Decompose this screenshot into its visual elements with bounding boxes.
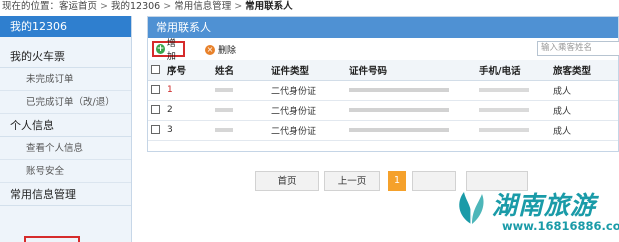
passenger-search-input[interactable]: 输入乘客姓名 — [537, 41, 619, 56]
row-name — [212, 120, 268, 141]
table-row[interactable]: 3 二代身份证 成人 — [148, 120, 618, 141]
breadcrumb-separator: > — [163, 1, 172, 12]
select-all-cell — [148, 60, 164, 81]
breadcrumb-separator: > — [100, 1, 108, 12]
redacted-phone — [479, 107, 529, 112]
toolbar: + 增加 × 删除 输入乘客姓名 — [148, 38, 619, 62]
sidebar-section-info-management[interactable]: 常用信息管理 — [0, 183, 131, 206]
col-phone: 手机/电话 — [476, 60, 550, 81]
breadcrumb-info-management[interactable]: 常用信息管理 — [174, 1, 231, 12]
watermark-url: www.16816886.com — [502, 219, 619, 233]
col-id-type: 证件类型 — [268, 60, 346, 81]
row-index: 1 — [164, 80, 212, 101]
row-checkbox-cell — [148, 100, 164, 121]
breadcrumb-my12306[interactable]: 我的12306 — [111, 1, 160, 12]
table-header-row: 序号 姓名 证件类型 证件号码 手机/电话 旅客类型 — [148, 60, 618, 81]
highlight-box — [24, 236, 80, 242]
sidebar-section-tickets[interactable]: 我的火车票 — [0, 45, 131, 68]
sidebar-item-account-security[interactable]: 账号安全 — [0, 160, 131, 183]
first-page-button[interactable]: 首页 — [255, 171, 319, 191]
contacts-panel: 常用联系人 + 增加 × 删除 输入乘客姓名 序号 姓名 证件类型 证件号码 手… — [147, 16, 619, 152]
watermark-title: 湖南旅游 — [492, 191, 597, 220]
row-id-number — [346, 80, 476, 101]
breadcrumb: 现在的位置：客运首页 > 我的12306 > 常用信息管理 > 常用联系人 — [0, 0, 619, 14]
row-index: 3 — [164, 120, 212, 141]
next-page-button[interactable] — [412, 171, 456, 191]
table-row[interactable]: 1 二代身份证 成人 — [148, 80, 618, 101]
row-passenger-type: 成人 — [550, 120, 618, 141]
row-id-type: 二代身份证 — [268, 120, 346, 141]
search-placeholder: 输入乘客姓名 — [541, 43, 593, 53]
row-name — [212, 80, 268, 101]
row-id-type: 二代身份证 — [268, 80, 346, 101]
redacted-id-number — [349, 107, 449, 112]
redacted-name — [215, 107, 233, 112]
contacts-table: 序号 姓名 证件类型 证件号码 手机/电话 旅客类型 1 二代身份证 成人 2 — [148, 60, 618, 141]
col-index: 序号 — [164, 60, 212, 81]
row-index: 2 — [164, 100, 212, 121]
delete-contact-button[interactable]: × 删除 — [205, 43, 236, 56]
sidebar-item-view-profile[interactable]: 查看个人信息 — [0, 137, 131, 160]
add-label: 增加 — [166, 39, 176, 62]
redacted-id-number — [349, 127, 449, 132]
sidebar-section-personal-info[interactable]: 个人信息 — [0, 114, 131, 137]
row-id-number — [346, 100, 476, 121]
add-contact-button[interactable]: + 增加 — [152, 39, 185, 62]
row-id-type: 二代身份证 — [268, 100, 346, 121]
sidebar-header[interactable]: 我的12306 — [0, 16, 131, 37]
select-all-checkbox[interactable] — [151, 65, 160, 75]
sidebar-item-unfinished-orders[interactable]: 未完成订单 — [0, 68, 131, 91]
table-row[interactable]: 2 二代身份证 成人 — [148, 100, 618, 121]
row-checkbox[interactable] — [151, 125, 160, 134]
sidebar-item-finished-orders[interactable]: 已完成订单（改/退） — [0, 91, 131, 114]
redacted-name — [215, 127, 233, 132]
plus-icon: + — [156, 44, 165, 54]
row-passenger-type: 成人 — [550, 100, 618, 121]
delete-label: 删除 — [218, 46, 237, 56]
row-phone — [476, 120, 550, 141]
breadcrumb-current: 常用联系人 — [245, 1, 293, 12]
row-checkbox[interactable] — [151, 105, 160, 114]
current-page[interactable]: 1 — [388, 171, 406, 191]
redacted-id-number — [349, 87, 449, 92]
row-name — [212, 100, 268, 121]
col-id-number: 证件号码 — [346, 60, 476, 81]
row-checkbox-cell — [148, 120, 164, 141]
row-checkbox[interactable] — [151, 85, 160, 94]
delete-icon: × — [205, 44, 215, 55]
sidebar: 我的12306 我的火车票 未完成订单 已完成订单（改/退） 个人信息 查看个人… — [0, 16, 132, 242]
row-phone — [476, 100, 550, 121]
breadcrumb-home[interactable]: 现在的位置：客运首页 — [2, 1, 97, 12]
panel-title: 常用联系人 — [148, 17, 618, 38]
watermark-leaf-icon — [459, 192, 484, 224]
row-checkbox-cell — [148, 80, 164, 101]
row-id-number — [346, 120, 476, 141]
col-name: 姓名 — [212, 60, 268, 81]
row-passenger-type: 成人 — [550, 80, 618, 101]
col-passenger-type: 旅客类型 — [550, 60, 618, 81]
row-phone — [476, 80, 550, 101]
redacted-phone — [479, 87, 529, 92]
prev-page-button[interactable]: 上一页 — [324, 171, 380, 191]
redacted-name — [215, 87, 233, 92]
breadcrumb-separator: > — [234, 1, 243, 12]
redacted-phone — [479, 127, 529, 132]
